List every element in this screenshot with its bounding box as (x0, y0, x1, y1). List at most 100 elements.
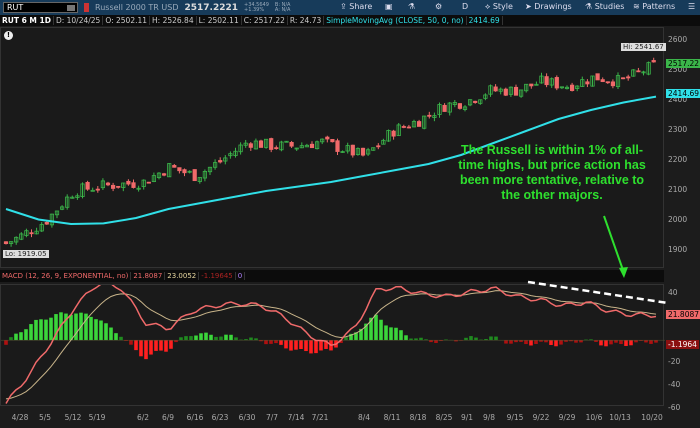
price-tick: 2100 (668, 185, 688, 194)
last-price: 2517.2221 (184, 2, 239, 13)
macd-histogram-bar (149, 340, 153, 355)
macd-histogram-bar (19, 332, 23, 341)
macd-histogram-bar (624, 340, 628, 346)
price-tick: 2000 (668, 215, 688, 224)
candle-body (473, 100, 478, 103)
candle-body (554, 77, 559, 89)
date-label: 4/28 (11, 413, 29, 422)
style-button[interactable]: ⟡ Style (485, 2, 513, 12)
macd-histogram-bar (84, 313, 88, 341)
share-button[interactable]: ⇪ Share (340, 2, 372, 11)
symbol-input[interactable]: RUT (3, 2, 78, 13)
date-label: 7/21 (311, 413, 329, 422)
price-tick: 1900 (668, 245, 688, 254)
chevron-down-icon[interactable] (67, 5, 75, 11)
macd-histogram-bar (214, 336, 218, 341)
macd-histogram-bar (299, 340, 303, 349)
candle-body (513, 86, 519, 96)
candle-body (85, 182, 90, 190)
candle-body (258, 140, 264, 148)
macd-histogram-bar (599, 340, 603, 346)
candle-body (610, 81, 616, 87)
bar-close: C: 2517.22 (242, 16, 288, 25)
candle-body (105, 182, 111, 186)
candle-body (621, 77, 626, 80)
candle-body (325, 136, 330, 140)
share-label: Share (349, 2, 373, 11)
macd-histogram-bar (494, 336, 498, 341)
patterns-label: Patterns (642, 2, 676, 11)
candle-body (585, 81, 590, 85)
candle-body (406, 126, 412, 129)
macd-histogram-bar (389, 327, 393, 341)
macd-histogram-bar (9, 337, 13, 341)
date-label: 9/22 (532, 413, 550, 422)
candle-body (570, 84, 575, 91)
macd-histogram-bar (274, 340, 278, 344)
candle-body (161, 173, 167, 176)
macd-histogram-bar (29, 324, 33, 341)
bar-range: R: 24.73 (288, 16, 325, 25)
macd-histogram-bar (169, 340, 173, 349)
period-button[interactable]: D (462, 2, 468, 11)
patterns-button[interactable]: ≋ Patterns (633, 2, 675, 11)
flag-icon[interactable] (84, 3, 89, 12)
candle-body (335, 140, 340, 152)
macd-panel[interactable] (0, 284, 665, 406)
date-label: 7/7 (265, 413, 279, 422)
macd-avg: 23.0052 (165, 272, 200, 280)
candle-body (391, 130, 396, 137)
gear-icon[interactable]: ⚙ (435, 2, 442, 11)
date-label: 9/15 (506, 413, 524, 422)
macd-histogram-bar (154, 340, 158, 351)
macd-histogram-bar (604, 340, 608, 347)
macd-histogram-bar (529, 340, 533, 346)
candle-body (269, 138, 274, 150)
macd-histogram-bar (384, 325, 388, 341)
candle-body (182, 169, 187, 174)
macd-histogram-bar (114, 333, 118, 341)
candle-body (330, 139, 335, 143)
candle-body (651, 60, 656, 63)
price-tick: 2300 (668, 125, 688, 134)
price-tick: 2600 (668, 35, 688, 44)
macd-tick: -40 (668, 380, 681, 390)
bar-date: D: 10/24/25 (54, 16, 104, 25)
date-label: 10/13 (609, 413, 631, 422)
studies-button[interactable]: ⚗ Studies (585, 2, 624, 11)
macd-histogram-bar (199, 333, 203, 341)
alert-icon[interactable]: ! (4, 31, 13, 40)
macd-histogram-bar (184, 336, 188, 341)
macd-histogram-bar (279, 340, 283, 345)
macd-histogram-bar (374, 314, 378, 341)
macd-histogram-bar (44, 319, 48, 341)
candle-body (218, 160, 223, 163)
candle-body (416, 121, 422, 127)
high-label: Hi: 2541.67 (621, 43, 666, 51)
macd-histogram-bar (254, 338, 258, 341)
candle-body (595, 73, 600, 81)
macd-histogram-bar (559, 340, 563, 345)
macd-histogram-bar (304, 340, 308, 352)
macd-histogram-bar (204, 332, 208, 341)
macd-histogram-bar (469, 336, 473, 341)
macd-histogram-bar (104, 323, 108, 341)
candle-body (376, 145, 381, 148)
date-label: 8/11 (383, 413, 401, 422)
macd-histogram-bar (579, 340, 583, 343)
date-label: 6/2 (136, 413, 150, 422)
candle-body (427, 114, 432, 117)
macd-histogram-bar (159, 340, 163, 351)
flask-icon[interactable]: ⚗ (408, 2, 415, 11)
macd-histogram-bar (224, 334, 228, 341)
menu-icon[interactable]: ☰ (688, 2, 695, 11)
macd-histogram-bar (134, 340, 138, 351)
candle-body (289, 141, 294, 147)
candle-body (442, 104, 447, 112)
settings-icon[interactable]: ▣ (385, 2, 393, 11)
studies-label: Studies (594, 2, 625, 11)
macd-histogram-bar (289, 340, 293, 351)
candle-body (350, 144, 355, 156)
sma-tag: 2414.69 (666, 89, 700, 98)
drawings-button[interactable]: ➤ Drawings (525, 2, 572, 11)
